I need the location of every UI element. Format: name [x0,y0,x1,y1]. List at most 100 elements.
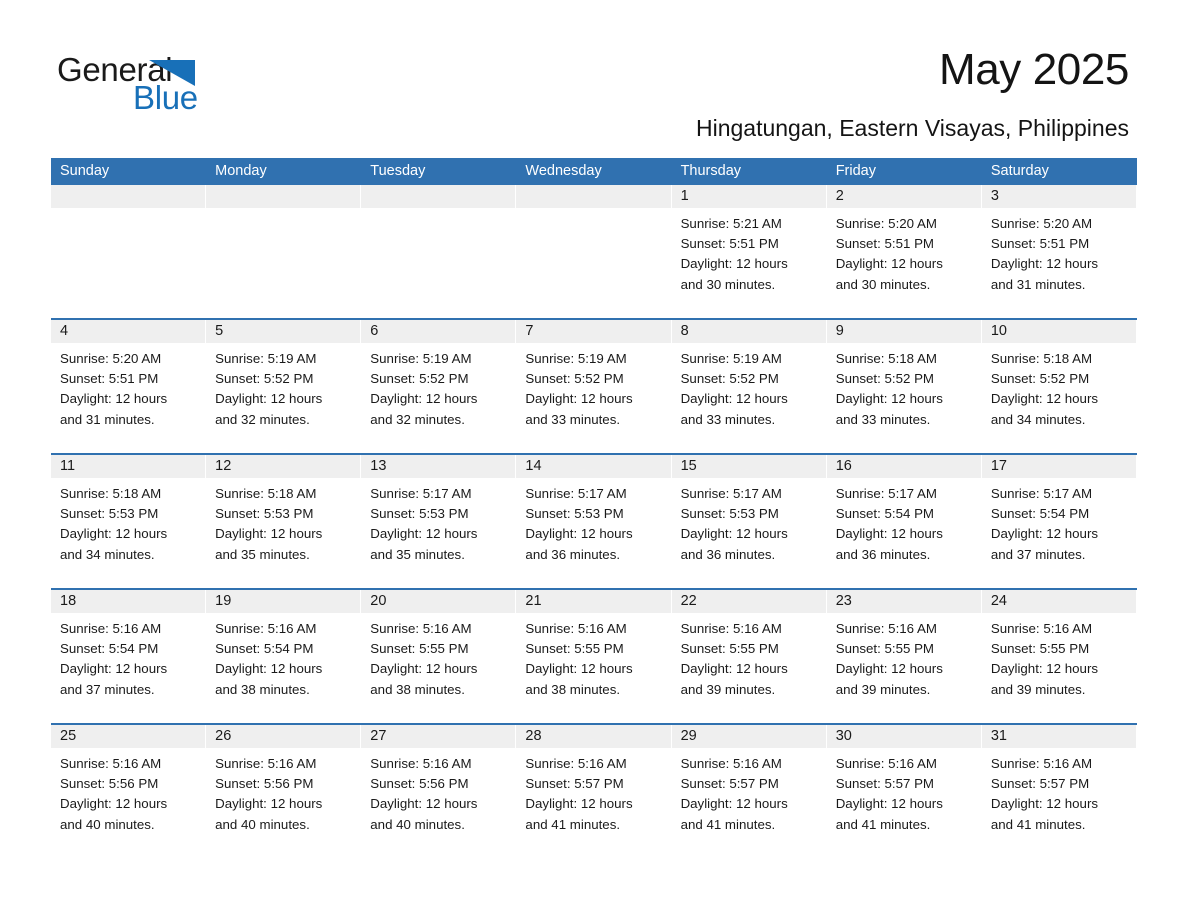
day-number-strip [361,185,516,208]
day-detail-line: Sunrise: 5:19 AM [370,351,472,366]
day-number: 7 [525,323,534,339]
day-number: 31 [990,728,1007,744]
day-detail-line: and 31 minutes. [60,411,155,427]
day-detail-line: and 41 minutes. [680,816,776,832]
calendar-day-cell[interactable]: 11 Sunrise: 5:18 AM Sunset: 5:53 PM Dayligh… [51,455,207,588]
day-detail-line: Sunset: 5:51 PM [680,236,779,252]
week-grid: 1 Sunrise: 5:21 AM Sunset: 5:51 PM Daylight… [51,185,1137,318]
calendar-day-cell[interactable]: 6 Sunrise: 5:19 AM Sunset: 5:52 PM Daylight… [361,320,517,453]
calendar-day-cell[interactable]: 31 Sunrise: 5:16 AM Sunset: 5:57 PM Dayligh… [981,725,1137,858]
weekday-header-monday: Monday [215,163,267,179]
day-details: Sunrise: 5:16 AM Sunset: 5:57 PM Daylight:… [982,748,1137,835]
weekday-header-sunday: Sunday [60,163,110,179]
calendar-day-cell[interactable]: 27 Sunrise: 5:16 AM Sunset: 5:56 PM Dayligh… [361,725,517,858]
day-number: 3 [990,188,999,204]
day-detail-line: Sunset: 5:53 PM [680,506,779,522]
day-number: 9 [835,323,844,339]
calendar-day-cell[interactable]: 15 Sunrise: 5:17 AM Sunset: 5:53 PM Dayligh… [671,455,827,588]
day-detail-line: Sunrise: 5:20 AM [835,216,937,231]
calendar-day-cell[interactable]: 8 Sunrise: 5:19 AM Sunset: 5:52 PM Daylight… [671,320,827,453]
day-detail-line: and 33 minutes. [835,411,931,427]
day-detail-line: and 39 minutes. [680,681,776,697]
day-number: 25 [60,728,77,744]
day-details: Sunrise: 5:20 AM Sunset: 5:51 PM Daylight:… [982,208,1137,295]
day-detail-line: Sunset: 5:53 PM [370,506,469,522]
calendar-day-cell[interactable]: 4 Sunrise: 5:20 AM Sunset: 5:51 PM Daylight… [51,320,207,453]
calendar-day-cell[interactable]: 21 Sunrise: 5:16 AM Sunset: 5:55 PM Dayligh… [516,590,672,723]
day-number: 22 [680,593,697,609]
day-number: 24 [990,593,1007,609]
calendar-day-cell[interactable]: 20 Sunrise: 5:16 AM Sunset: 5:55 PM Dayligh… [361,590,517,723]
day-detail-line: and 40 minutes. [370,816,465,832]
day-number: 28 [525,728,542,744]
day-detail-line: and 36 minutes. [680,546,776,562]
day-number-strip: 11 [51,455,206,478]
day-detail-line: Sunrise: 5:16 AM [370,621,472,636]
calendar-day-cell[interactable]: 9 Sunrise: 5:18 AM Sunset: 5:52 PM Daylight… [826,320,982,453]
day-detail-line: Daylight: 12 hours [835,661,943,677]
calendar-day-cell[interactable]: 25 Sunrise: 5:16 AM Sunset: 5:56 PM Dayligh… [51,725,207,858]
day-number-strip: 18 [51,590,206,613]
day-number: 18 [60,593,77,609]
day-number: 17 [990,458,1007,474]
calendar-day-cell[interactable]: 19 Sunrise: 5:16 AM Sunset: 5:54 PM Dayligh… [206,590,362,723]
week-grid: 18 Sunrise: 5:16 AM Sunset: 5:54 PM Dayligh… [51,590,1137,723]
calendar-day-cell[interactable]: 18 Sunrise: 5:16 AM Sunset: 5:54 PM Dayligh… [51,590,207,723]
calendar-week-row: 4 Sunrise: 5:20 AM Sunset: 5:51 PM Daylight… [51,318,1137,453]
day-detail-line: Daylight: 12 hours [990,526,1099,542]
day-details: Sunrise: 5:19 AM Sunset: 5:52 PM Daylight:… [672,343,827,430]
day-number: 21 [525,593,542,609]
calendar-day-cell[interactable]: 13 Sunrise: 5:17 AM Sunset: 5:53 PM Dayligh… [361,455,517,588]
day-details: Sunrise: 5:21 AM Sunset: 5:51 PM Daylight:… [672,208,827,295]
day-detail-line: Daylight: 12 hours [525,796,633,812]
calendar-day-cell[interactable]: 12 Sunrise: 5:18 AM Sunset: 5:53 PM Dayligh… [206,455,362,588]
calendar-day-cell[interactable]: 7 Sunrise: 5:19 AM Sunset: 5:52 PM Daylight… [516,320,672,453]
day-details: Sunrise: 5:16 AM Sunset: 5:55 PM Daylight:… [516,613,671,700]
calendar-day-cell[interactable]: 22 Sunrise: 5:16 AM Sunset: 5:55 PM Dayligh… [671,590,827,723]
calendar-day-cell[interactable]: 10 Sunrise: 5:18 AM Sunset: 5:52 PM Dayligh… [981,320,1137,453]
weekday-header-thursday: Thursday [680,163,742,179]
calendar-day-cell[interactable]: 1 Sunrise: 5:21 AM Sunset: 5:51 PM Daylight… [671,185,827,318]
day-detail-line: Sunset: 5:56 PM [215,776,314,792]
day-detail-line: Daylight: 12 hours [680,526,788,542]
calendar-empty-cell [206,185,362,318]
day-detail-line: Sunrise: 5:16 AM [525,621,627,636]
day-detail-line: Sunset: 5:53 PM [60,506,159,522]
day-detail-line: Sunrise: 5:16 AM [680,756,782,771]
calendar-day-cell[interactable]: 30 Sunrise: 5:16 AM Sunset: 5:57 PM Dayligh… [826,725,982,858]
calendar-day-cell[interactable]: 5 Sunrise: 5:19 AM Sunset: 5:52 PM Daylight… [206,320,362,453]
day-detail-line: Sunset: 5:56 PM [60,776,159,792]
day-detail-line: and 30 minutes. [835,276,931,292]
calendar-day-cell[interactable]: 28 Sunrise: 5:16 AM Sunset: 5:57 PM Dayligh… [516,725,672,858]
calendar-day-cell[interactable]: 14 Sunrise: 5:17 AM Sunset: 5:53 PM Dayligh… [516,455,672,588]
day-number-strip: 26 [206,725,361,748]
day-number: 14 [525,458,542,474]
day-number: 16 [835,458,852,474]
day-detail-line: Daylight: 12 hours [835,526,943,542]
calendar-day-cell[interactable]: 17 Sunrise: 5:17 AM Sunset: 5:54 PM Dayligh… [981,455,1137,588]
calendar-day-cell[interactable]: 16 Sunrise: 5:17 AM Sunset: 5:54 PM Dayligh… [826,455,982,588]
page-header: General Blue May 2025 Hingatungan, Easte… [0,0,1188,155]
day-details: Sunrise: 5:17 AM Sunset: 5:53 PM Daylight:… [672,478,827,565]
general-blue-logo[interactable]: General Blue [57,52,207,116]
day-details: Sunrise: 5:16 AM Sunset: 5:57 PM Daylight:… [827,748,982,835]
day-number: 26 [215,728,232,744]
calendar-day-cell[interactable]: 29 Sunrise: 5:16 AM Sunset: 5:57 PM Dayligh… [671,725,827,858]
calendar-day-cell[interactable]: 24 Sunrise: 5:16 AM Sunset: 5:55 PM Dayligh… [981,590,1137,723]
day-detail-line: Sunrise: 5:18 AM [835,351,937,366]
day-number: 20 [370,593,387,609]
calendar-day-cell[interactable]: 26 Sunrise: 5:16 AM Sunset: 5:56 PM Dayligh… [206,725,362,858]
day-detail-line: Daylight: 12 hours [370,796,478,812]
calendar-day-cell[interactable]: 2 Sunrise: 5:20 AM Sunset: 5:51 PM Daylight… [826,185,982,318]
day-detail-line: Sunset: 5:54 PM [835,506,935,522]
day-detail-line: Daylight: 12 hours [60,796,168,812]
day-detail-line: Sunset: 5:54 PM [990,506,1090,522]
day-details: Sunrise: 5:16 AM Sunset: 5:57 PM Daylight:… [672,748,827,835]
day-number-strip: 17 [981,455,1136,478]
day-number: 10 [990,323,1007,339]
calendar-day-cell[interactable]: 23 Sunrise: 5:16 AM Sunset: 5:55 PM Dayligh… [826,590,982,723]
day-detail-line: and 33 minutes. [525,411,621,427]
calendar-day-cell[interactable]: 3 Sunrise: 5:20 AM Sunset: 5:51 PM Daylight… [981,185,1137,318]
day-detail-line: Sunrise: 5:16 AM [215,756,317,771]
day-detail-line: Sunset: 5:52 PM [215,371,314,387]
